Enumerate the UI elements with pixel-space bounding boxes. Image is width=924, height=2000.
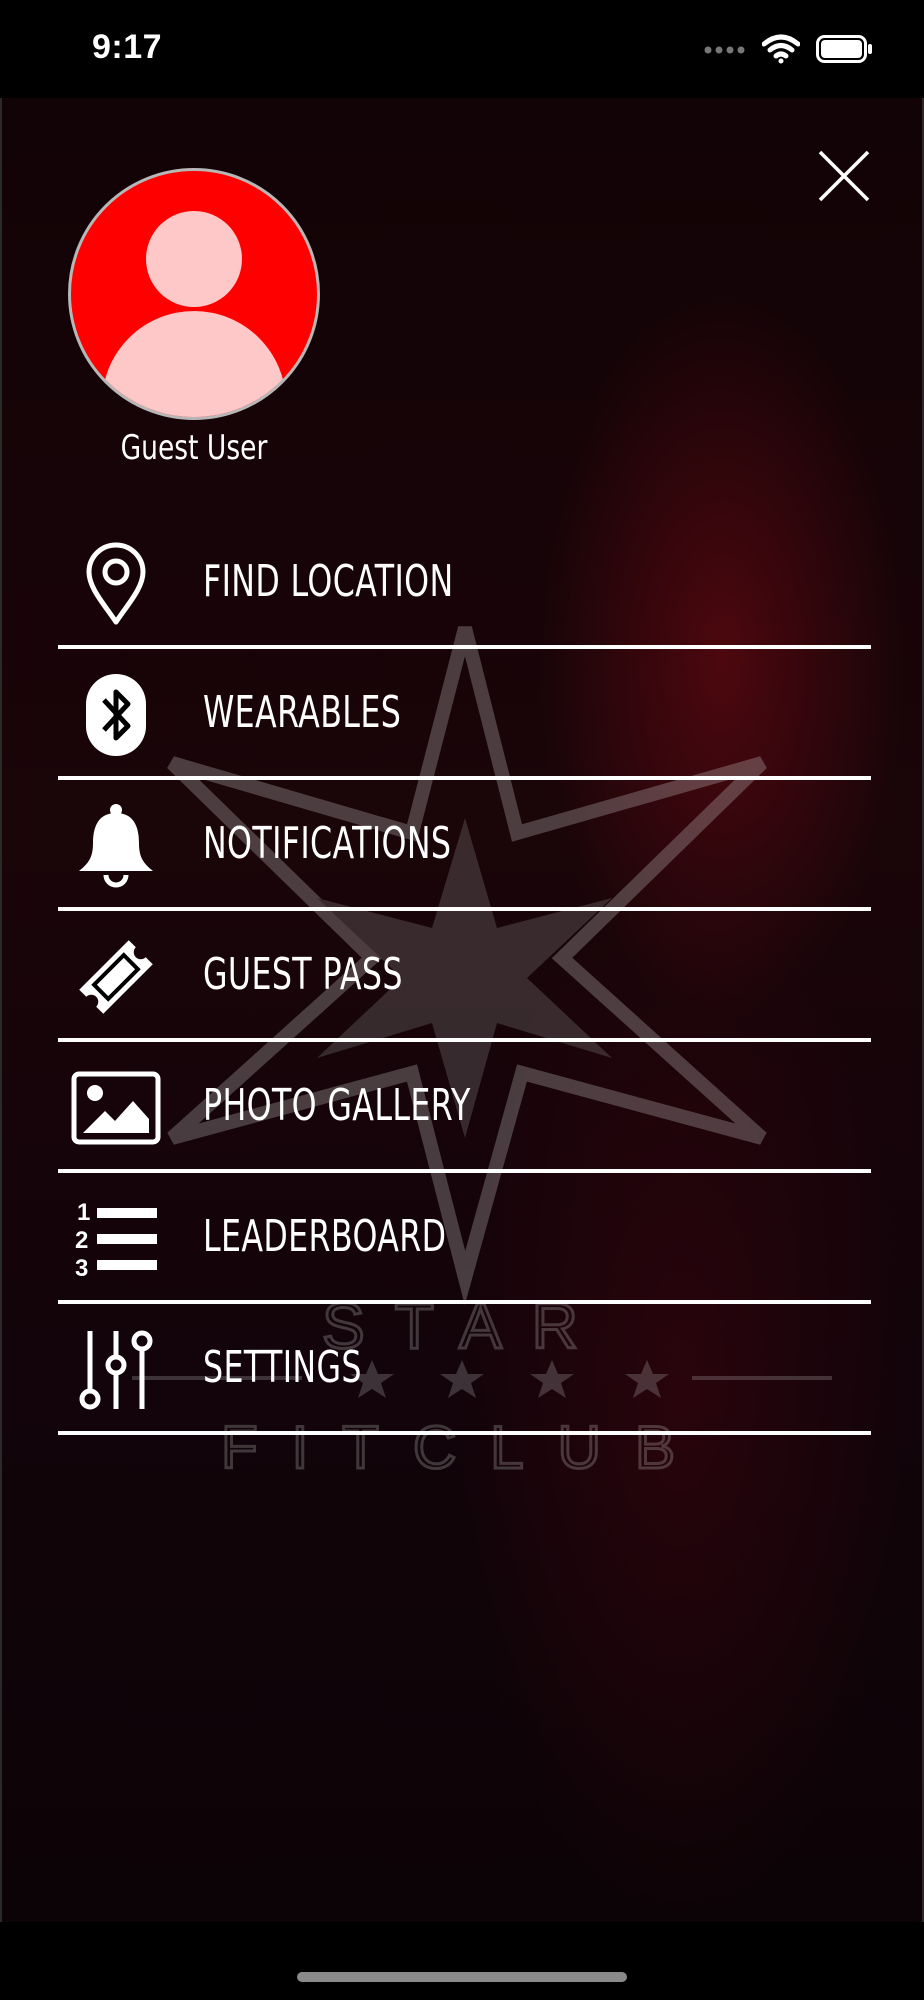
menu-label: SETTINGS — [203, 1342, 362, 1393]
home-area — [0, 1922, 924, 2000]
user-name: Guest User — [120, 428, 268, 468]
image-icon — [68, 1062, 164, 1154]
menu-item-wearables[interactable]: WEARABLES — [58, 649, 871, 780]
status-bar: 9:17 — [0, 0, 924, 98]
menu-item-find-location[interactable]: FIND LOCATION — [58, 518, 871, 649]
svg-text:1: 1 — [77, 1199, 90, 1226]
menu-label: PHOTO GALLERY — [203, 1080, 471, 1131]
svg-text:2: 2 — [75, 1227, 88, 1254]
close-icon — [818, 150, 870, 202]
status-time: 9:17 — [92, 28, 163, 66]
status-icons — [704, 34, 874, 69]
bell-icon — [68, 800, 164, 892]
menu-list: FIND LOCATION WEARABLES NOTIFICATIONS GU… — [58, 518, 871, 1435]
wifi-icon — [761, 34, 801, 69]
menu-label: WEARABLES — [203, 687, 402, 738]
user-silhouette-icon — [102, 211, 286, 417]
battery-icon — [816, 35, 874, 68]
ticket-icon — [68, 931, 164, 1023]
bluetooth-icon — [68, 669, 164, 761]
menu-label: NOTIFICATIONS — [203, 818, 452, 869]
menu-label: LEADERBOARD — [203, 1211, 447, 1262]
close-button[interactable] — [816, 148, 872, 204]
svg-text:3: 3 — [75, 1255, 88, 1282]
menu-item-guest-pass[interactable]: GUEST PASS — [58, 911, 871, 1042]
map-pin-icon — [68, 538, 164, 630]
avatar[interactable] — [68, 168, 320, 420]
side-drawer: STAR FITCLUB Guest User FIND LOCATION WE… — [0, 98, 924, 1922]
sliders-icon — [68, 1324, 164, 1416]
menu-item-settings[interactable]: SETTINGS — [58, 1304, 871, 1435]
menu-label: FIND LOCATION — [203, 556, 454, 607]
ranked-list-icon: 1 2 3 — [68, 1193, 164, 1285]
menu-item-notifications[interactable]: NOTIFICATIONS — [58, 780, 871, 911]
menu-item-leaderboard[interactable]: 1 2 3 LEADERBOARD — [58, 1173, 871, 1304]
signal-icon — [704, 42, 746, 61]
menu-item-photo-gallery[interactable]: PHOTO GALLERY — [58, 1042, 871, 1173]
menu-label: GUEST PASS — [203, 949, 403, 1000]
home-indicator[interactable] — [297, 1972, 627, 1982]
